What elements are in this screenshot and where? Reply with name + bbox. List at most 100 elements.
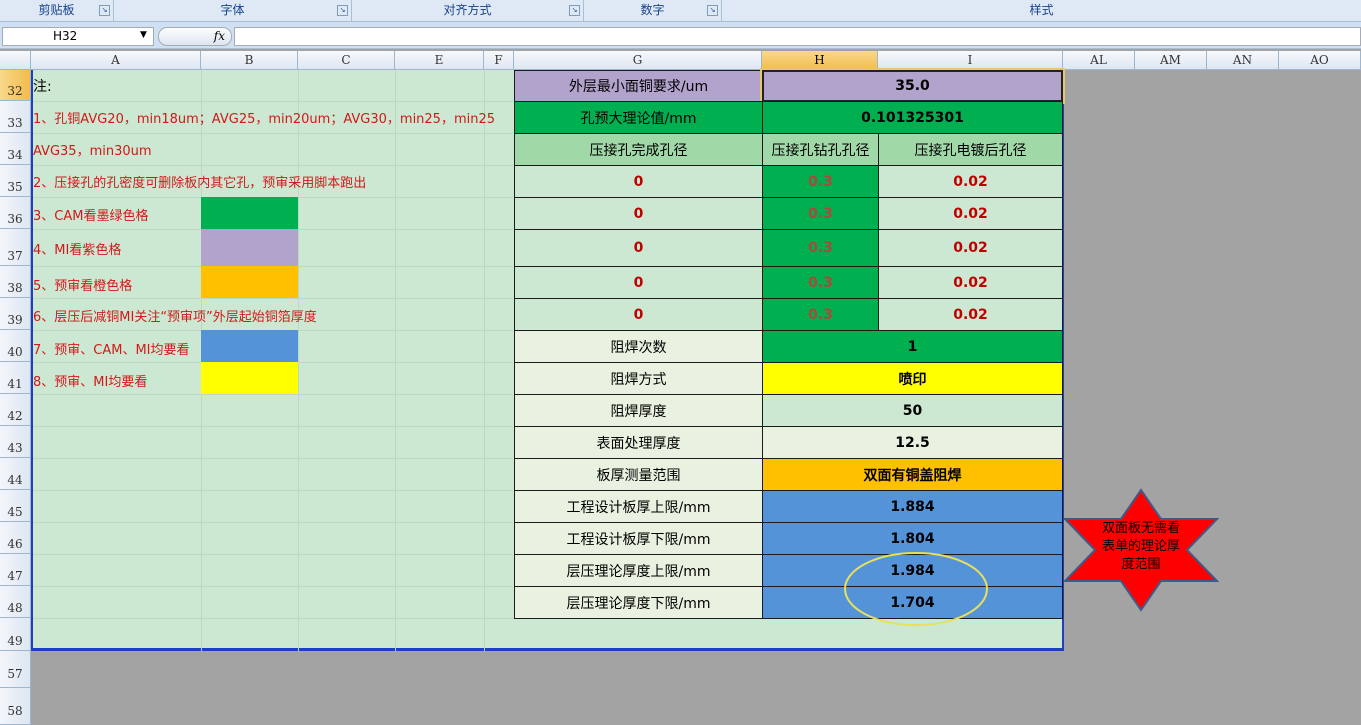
- swatch-purple[interactable]: [201, 229, 298, 266]
- press-fit-header-plated[interactable]: 压接孔电镀后孔径: [878, 133, 1063, 166]
- press-fit-drill-cell[interactable]: 0.3: [762, 165, 879, 198]
- column-header-ao[interactable]: AO: [1279, 51, 1361, 70]
- row-header-47[interactable]: 47: [0, 554, 31, 586]
- ribbon-group-clipboard[interactable]: 剪贴板 ↘: [0, 0, 114, 22]
- row-header-40[interactable]: 40: [0, 330, 31, 362]
- param-label[interactable]: 层压理论厚度下限/mm: [514, 586, 763, 619]
- column-headers: A B C E F G H I AL AM AN AO: [31, 51, 1361, 70]
- chevron-down-icon[interactable]: ▼: [140, 30, 147, 40]
- outer-copper-value[interactable]: 35.0: [760, 68, 1065, 104]
- formula-input[interactable]: [234, 27, 1361, 46]
- ribbon-group-styles[interactable]: 样式: [722, 0, 1361, 22]
- swatch-green[interactable]: [201, 197, 298, 229]
- ribbon-group-label: 数字: [640, 3, 665, 17]
- row-header-41[interactable]: 41: [0, 362, 31, 394]
- param-label[interactable]: 板厚测量范围: [514, 458, 763, 491]
- row-header-34[interactable]: 34: [0, 133, 31, 165]
- row-header-46[interactable]: 46: [0, 522, 31, 554]
- note-item: 7、预审、CAM、MI均要看: [33, 343, 190, 358]
- ellipse-annotation[interactable]: [840, 548, 992, 630]
- row-header-48[interactable]: 48: [0, 586, 31, 618]
- column-header-a[interactable]: A: [31, 51, 201, 70]
- name-box[interactable]: H32: [2, 27, 154, 46]
- row-header-33[interactable]: 33: [0, 101, 31, 133]
- ribbon-group-font[interactable]: 字体 ↘: [114, 0, 352, 22]
- column-header-b[interactable]: B: [201, 51, 298, 70]
- dialog-launcher-icon[interactable]: ↘: [569, 5, 580, 16]
- ribbon-group-label: 剪贴板: [38, 3, 75, 17]
- column-header-e[interactable]: E: [395, 51, 484, 70]
- param-value[interactable]: 双面有铜盖阻焊: [762, 458, 1063, 491]
- param-label[interactable]: 表面处理厚度: [514, 426, 763, 459]
- note-item: 3、CAM看墨绿色格: [33, 209, 149, 224]
- param-value[interactable]: 50: [762, 394, 1063, 427]
- press-fit-drill-cell[interactable]: 0.3: [762, 229, 879, 267]
- press-fit-plated-cell[interactable]: 0.02: [878, 165, 1063, 198]
- press-fit-header-drill[interactable]: 压接孔钻孔孔径: [762, 133, 879, 166]
- outer-copper-label[interactable]: 外层最小面铜要求/um: [514, 70, 763, 102]
- press-fit-finished-cell[interactable]: 0: [514, 266, 763, 299]
- param-value[interactable]: 1.884: [762, 490, 1063, 523]
- row-header-49[interactable]: 49: [0, 618, 31, 651]
- column-header-i[interactable]: I: [878, 51, 1063, 70]
- column-header-c[interactable]: C: [298, 51, 395, 70]
- row-header-37[interactable]: 37: [0, 229, 31, 266]
- press-fit-finished-cell[interactable]: 0: [514, 298, 763, 331]
- param-value[interactable]: 喷印: [762, 362, 1063, 395]
- row-header-42[interactable]: 42: [0, 394, 31, 426]
- row-header-58[interactable]: 58: [0, 688, 31, 725]
- press-fit-drill-cell[interactable]: 0.3: [762, 266, 879, 299]
- row-header-38[interactable]: 38: [0, 266, 31, 298]
- press-fit-finished-cell[interactable]: 0: [514, 229, 763, 267]
- param-value[interactable]: 12.5: [762, 426, 1063, 459]
- press-fit-plated-cell[interactable]: 0.02: [878, 197, 1063, 230]
- press-fit-finished-cell[interactable]: 0: [514, 197, 763, 230]
- dialog-launcher-icon[interactable]: ↘: [707, 5, 718, 16]
- param-label[interactable]: 阻焊厚度: [514, 394, 763, 427]
- row-header-32[interactable]: 32: [0, 70, 31, 101]
- param-label[interactable]: 工程设计板厚上限/mm: [514, 490, 763, 523]
- select-all-corner[interactable]: [0, 51, 31, 70]
- press-fit-plated-cell[interactable]: 0.02: [878, 229, 1063, 267]
- ribbon-group-number[interactable]: 数字 ↘: [584, 0, 722, 22]
- note-item: 4、MI看紫色格: [33, 243, 122, 258]
- ribbon-group-alignment[interactable]: 对齐方式 ↘: [352, 0, 584, 22]
- row-header-39[interactable]: 39: [0, 298, 31, 330]
- row-header-57[interactable]: 57: [0, 651, 31, 688]
- row-header-43[interactable]: 43: [0, 426, 31, 458]
- row-header-35[interactable]: 35: [0, 165, 31, 197]
- hole-enlarge-value[interactable]: 0.101325301: [762, 101, 1063, 134]
- ribbon-group-bar: 剪贴板 ↘ 字体 ↘ 对齐方式 ↘ 数字 ↘ 样式: [0, 0, 1361, 22]
- note-item: 1、孔铜AVG20，min18um；AVG25，min20um；AVG30，mi…: [33, 112, 496, 127]
- press-fit-plated-cell[interactable]: 0.02: [878, 298, 1063, 331]
- param-value[interactable]: 1: [762, 330, 1063, 363]
- column-header-am[interactable]: AM: [1135, 51, 1207, 70]
- row-header-45[interactable]: 45: [0, 490, 31, 522]
- press-fit-finished-cell[interactable]: 0: [514, 165, 763, 198]
- note-item: 2、压接孔的孔密度可删除板内其它孔，预审采用脚本跑出: [33, 176, 367, 191]
- insert-function-button[interactable]: fx: [158, 27, 232, 46]
- param-label[interactable]: 阻焊方式: [514, 362, 763, 395]
- dialog-launcher-icon[interactable]: ↘: [99, 5, 110, 16]
- press-fit-drill-cell[interactable]: 0.3: [762, 298, 879, 331]
- press-fit-plated-cell[interactable]: 0.02: [878, 266, 1063, 299]
- swatch-blue[interactable]: [201, 330, 298, 362]
- row-header-44[interactable]: 44: [0, 458, 31, 490]
- hole-enlarge-label[interactable]: 孔预大理论值/mm: [514, 101, 763, 134]
- row-header-36[interactable]: 36: [0, 197, 31, 229]
- press-fit-header-finished[interactable]: 压接孔完成孔径: [514, 133, 763, 166]
- swatch-orange[interactable]: [201, 266, 298, 298]
- column-header-h[interactable]: H: [762, 51, 878, 70]
- param-label[interactable]: 工程设计板厚下限/mm: [514, 522, 763, 555]
- column-header-f[interactable]: F: [484, 51, 514, 70]
- press-fit-drill-cell[interactable]: 0.3: [762, 197, 879, 230]
- column-header-g[interactable]: G: [514, 51, 762, 70]
- ribbon-group-label: 字体: [220, 3, 245, 17]
- param-label[interactable]: 层压理论厚度上限/mm: [514, 554, 763, 587]
- column-header-an[interactable]: AN: [1207, 51, 1279, 70]
- swatch-yellow[interactable]: [201, 362, 298, 394]
- column-header-al[interactable]: AL: [1063, 51, 1135, 70]
- param-label[interactable]: 阻焊次数: [514, 330, 763, 363]
- dialog-launcher-icon[interactable]: ↘: [337, 5, 348, 16]
- note-item: 5、预审看橙色格: [33, 279, 133, 294]
